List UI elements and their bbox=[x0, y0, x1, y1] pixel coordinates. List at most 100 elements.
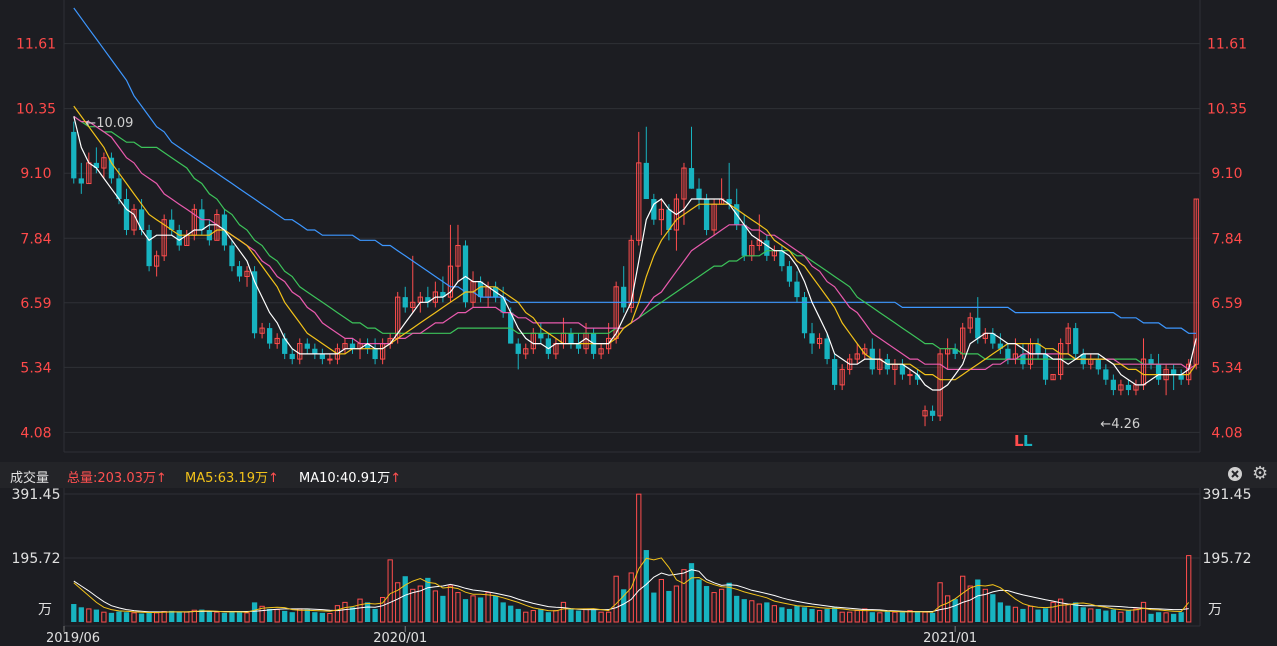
volume-bar bbox=[726, 582, 732, 622]
candle-body bbox=[621, 286, 627, 308]
candle-body bbox=[809, 333, 815, 344]
candle bbox=[71, 121, 77, 184]
volume-bar bbox=[1042, 608, 1049, 622]
candle bbox=[756, 214, 762, 251]
volume-bar bbox=[914, 611, 921, 622]
candle-body bbox=[786, 266, 793, 282]
volume-bar bbox=[929, 612, 936, 622]
candle bbox=[568, 328, 574, 349]
candle-body bbox=[1095, 359, 1101, 370]
candle bbox=[1118, 379, 1124, 396]
candle bbox=[658, 199, 665, 236]
candle bbox=[312, 343, 318, 360]
candle bbox=[1012, 338, 1019, 365]
volume-ma5-line bbox=[73, 557, 1190, 613]
volume-bar bbox=[688, 563, 695, 622]
volume-bar bbox=[613, 575, 619, 623]
volume-bar bbox=[703, 586, 710, 622]
volume-bar bbox=[1155, 612, 1162, 622]
volume-bar bbox=[598, 611, 604, 623]
volume-bar bbox=[658, 578, 665, 623]
close-icon[interactable] bbox=[1227, 466, 1243, 482]
candle-body bbox=[236, 266, 243, 277]
volume-bar bbox=[1020, 608, 1026, 622]
volume-bar bbox=[741, 599, 747, 622]
candle bbox=[749, 240, 755, 261]
candle bbox=[146, 224, 152, 272]
candle-body bbox=[349, 343, 356, 349]
ma10-line bbox=[73, 105, 1197, 381]
candle-body bbox=[545, 338, 552, 354]
candle bbox=[944, 338, 951, 370]
volume-ma5-label: MA5:63.19万↑ bbox=[185, 467, 279, 486]
candle-body bbox=[402, 297, 408, 308]
volume-bar bbox=[771, 605, 778, 623]
candle bbox=[244, 266, 250, 287]
volume-bar bbox=[816, 610, 823, 623]
candle bbox=[342, 338, 348, 354]
volume-tick-label-right: 195.72 bbox=[1203, 551, 1252, 567]
candle-body bbox=[1178, 374, 1184, 380]
candle-body bbox=[568, 333, 574, 344]
candle bbox=[952, 343, 958, 360]
volume-bar bbox=[1035, 609, 1041, 622]
candle bbox=[1073, 322, 1079, 360]
volume-bar bbox=[1103, 610, 1109, 622]
candle bbox=[831, 353, 838, 391]
volume-bar bbox=[214, 611, 220, 623]
volume-bar bbox=[869, 612, 875, 622]
volume-bar bbox=[297, 608, 303, 623]
candle bbox=[161, 214, 167, 261]
low-annotation: ←4.26 bbox=[1100, 417, 1140, 432]
marker-label-2: L bbox=[1023, 432, 1033, 450]
volume-bar bbox=[229, 611, 235, 622]
candle bbox=[877, 348, 883, 375]
candle bbox=[176, 224, 182, 251]
date-tick-label: 2020/01 bbox=[373, 631, 427, 646]
volume-bar bbox=[108, 612, 115, 622]
volume-bar bbox=[666, 590, 672, 622]
candle bbox=[688, 126, 695, 189]
candle bbox=[553, 338, 559, 360]
volume-bar bbox=[1080, 607, 1086, 622]
date-tick-label: 2021/01 bbox=[923, 631, 977, 646]
candle bbox=[1163, 364, 1169, 396]
gear-icon[interactable]: ⚙ bbox=[1252, 465, 1268, 483]
candle bbox=[78, 162, 84, 194]
volume-bar bbox=[304, 609, 310, 622]
volume-bar bbox=[492, 595, 499, 622]
candle bbox=[123, 188, 130, 236]
price-tick-label-left: 10.35 bbox=[16, 102, 56, 118]
volume-bar bbox=[319, 612, 326, 622]
volume-bar bbox=[590, 609, 597, 622]
candle bbox=[801, 291, 808, 339]
candle-body bbox=[312, 348, 318, 354]
volume-bar bbox=[93, 609, 100, 622]
candle bbox=[907, 369, 913, 385]
volume-bar bbox=[266, 608, 273, 622]
volume-total-label: 总量:203.03万↑ bbox=[67, 467, 167, 486]
volume-unit-left: 万 bbox=[38, 602, 52, 618]
volume-bar bbox=[153, 612, 160, 623]
candle-body bbox=[1042, 353, 1049, 380]
volume-bar bbox=[922, 611, 928, 623]
volume-bar bbox=[899, 612, 906, 622]
volume-bar bbox=[289, 612, 295, 622]
volume-bar bbox=[184, 611, 190, 623]
candle bbox=[997, 333, 1004, 354]
volume-bar bbox=[364, 602, 371, 622]
candle bbox=[621, 266, 627, 313]
price-tick-label-left: 5.34 bbox=[20, 360, 51, 376]
candle-body bbox=[289, 353, 295, 360]
candle-body bbox=[1155, 364, 1162, 380]
candle bbox=[184, 230, 190, 246]
candle-body bbox=[794, 281, 800, 298]
volume-tick-label-left: 391.45 bbox=[12, 487, 61, 503]
candle-body bbox=[779, 250, 785, 267]
volume-bar bbox=[1005, 605, 1011, 622]
volume-bar bbox=[425, 577, 431, 622]
volume-bar bbox=[395, 582, 401, 623]
price-tick-label-left: 9.10 bbox=[20, 166, 51, 182]
volume-unit-right: 万 bbox=[1208, 602, 1222, 618]
candle-body bbox=[327, 358, 333, 361]
